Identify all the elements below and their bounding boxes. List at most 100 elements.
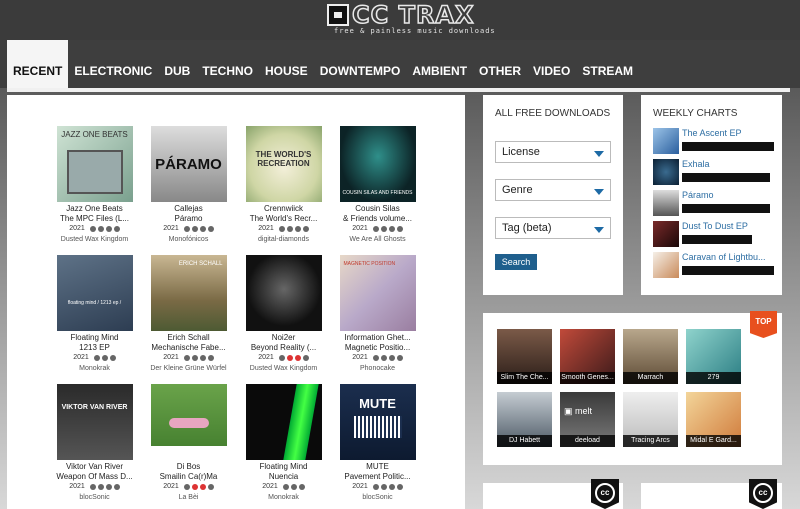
album-card[interactable]: floating mind / 1213 ep / Floating Mind …: [47, 255, 142, 374]
nav-techno[interactable]: TECHNO: [196, 64, 259, 88]
top-tile[interactable]: Tracing Arcs: [623, 392, 678, 447]
album-cover[interactable]: PÁRAMO: [150, 126, 227, 202]
album-cover[interactable]: VIKTOR VAN RIVER: [56, 384, 133, 460]
album-label[interactable]: We Are All Ghosts: [330, 234, 425, 245]
album-artist[interactable]: Floating Mind: [47, 333, 142, 343]
nav-recent[interactable]: RECENT: [7, 40, 69, 88]
chart-item[interactable]: The Ascent EP: [653, 128, 775, 154]
album-title[interactable]: The World's Recr...: [236, 214, 331, 224]
album-title[interactable]: Páramo: [141, 214, 236, 224]
chart-thumb[interactable]: [653, 128, 679, 154]
album-title[interactable]: Beyond Reality (...: [236, 343, 331, 353]
album-artist[interactable]: Di Bos: [141, 462, 236, 472]
cover-text: THE WORLD'S RECREATION: [255, 150, 312, 168]
album-label[interactable]: blocSonic: [47, 492, 142, 503]
album-label[interactable]: Monofónicos: [141, 234, 236, 245]
chart-item-title[interactable]: Caravan of Lightbu...: [682, 252, 777, 262]
album-card[interactable]: VIKTOR VAN RIVER Viktor Van River Weapon…: [47, 384, 142, 503]
album-cover[interactable]: floating mind / 1213 ep /: [56, 255, 133, 331]
album-title[interactable]: Magnetic Positio...: [330, 343, 425, 353]
chart-thumb[interactable]: [653, 252, 679, 278]
album-label[interactable]: Der Kleine Grüne Würfel: [141, 363, 236, 374]
chart-item-title[interactable]: Páramo: [682, 190, 777, 200]
chart-thumb[interactable]: [653, 221, 679, 247]
album-label[interactable]: Dusted Wax Kingdom: [47, 234, 142, 245]
album-artist[interactable]: Information Ghet...: [330, 333, 425, 343]
chart-thumb[interactable]: [653, 190, 679, 216]
album-artist[interactable]: Callejas: [141, 204, 236, 214]
album-title[interactable]: 1213 EP: [47, 343, 142, 353]
nav-stream[interactable]: STREAM: [576, 64, 639, 88]
album-cover[interactable]: ERICH SCHALL: [150, 255, 227, 331]
nav-ambient[interactable]: AMBIENT: [406, 64, 473, 88]
chart-item[interactable]: Caravan of Lightbu...: [653, 252, 775, 278]
top-tile[interactable]: Smooth Genes...: [560, 329, 615, 384]
album-card[interactable]: Noi2er Beyond Reality (... 2021 Dusted W…: [236, 255, 331, 374]
album-artist[interactable]: Viktor Van River: [47, 462, 142, 472]
genre-select[interactable]: Genre: [495, 179, 611, 201]
album-artist[interactable]: Crennwiick: [236, 204, 331, 214]
nav-video[interactable]: VIDEO: [527, 64, 576, 88]
album-label[interactable]: La Bèi: [141, 492, 236, 503]
album-cover[interactable]: JAZZ ONE BEATS: [56, 126, 133, 202]
album-card[interactable]: JAZZ ONE BEATS Jazz One Beats The MPC Fi…: [47, 126, 142, 245]
nav-downtempo[interactable]: DOWNTEMPO: [314, 64, 407, 88]
chart-item[interactable]: Dust To Dust EP: [653, 221, 775, 247]
album-card[interactable]: COUSIN SILAS AND FRIENDS Cousin Silas & …: [330, 126, 425, 245]
album-label[interactable]: Monokrak: [236, 492, 331, 503]
album-card[interactable]: Di Bos Smailin Ca(r)Ma 2021 La Bèi: [141, 384, 236, 503]
top-tile[interactable]: Marrach: [623, 329, 678, 384]
license-select[interactable]: License: [495, 141, 611, 163]
top-tile[interactable]: ▣ melt deeload: [560, 392, 615, 447]
chart-item[interactable]: Exhala: [653, 159, 775, 185]
top-tile[interactable]: Slim The Che...: [497, 329, 552, 384]
chart-item[interactable]: Páramo: [653, 190, 775, 216]
album-title[interactable]: & Friends volume...: [330, 214, 425, 224]
album-card[interactable]: THE WORLD'S RECREATION Crennwiick The Wo…: [236, 126, 331, 245]
album-card[interactable]: ERICH SCHALL Erich Schall Mechanische Fa…: [141, 255, 236, 374]
album-cover[interactable]: [245, 384, 322, 460]
album-artist[interactable]: Floating Mind: [236, 462, 331, 472]
search-button[interactable]: Search: [495, 254, 537, 270]
tag-select[interactable]: Tag (beta): [495, 217, 611, 239]
album-artist[interactable]: Cousin Silas: [330, 204, 425, 214]
album-cover[interactable]: COUSIN SILAS AND FRIENDS: [339, 126, 416, 202]
album-title[interactable]: Smailin Ca(r)Ma: [141, 472, 236, 482]
nav-house[interactable]: HOUSE: [259, 64, 314, 88]
album-card[interactable]: MAGNETIC POSITION Information Ghet... Ma…: [330, 255, 425, 374]
album-card[interactable]: MUTE MUTE Pavement Politic... 2021 blocS…: [330, 384, 425, 503]
album-cover[interactable]: [150, 384, 227, 460]
album-cover[interactable]: MAGNETIC POSITION: [339, 255, 416, 331]
top-tile[interactable]: 279: [686, 329, 741, 384]
album-artist[interactable]: Erich Schall: [141, 333, 236, 343]
album-title[interactable]: Mechanische Fabe...: [141, 343, 236, 353]
album-label[interactable]: Dusted Wax Kingdom: [236, 363, 331, 374]
top-tile[interactable]: DJ Habett: [497, 392, 552, 447]
album-cover[interactable]: [245, 255, 322, 331]
chart-item-title[interactable]: Dust To Dust EP: [682, 221, 777, 231]
album-cover[interactable]: THE WORLD'S RECREATION: [245, 126, 322, 202]
album-artist[interactable]: Jazz One Beats: [47, 204, 142, 214]
top-tile[interactable]: Midal E Gard...: [686, 392, 741, 447]
album-title[interactable]: The MPC Files (L...: [47, 214, 142, 224]
album-cover[interactable]: MUTE: [339, 384, 416, 460]
chart-item-title[interactable]: Exhala: [682, 159, 777, 169]
album-label[interactable]: digital-diamonds: [236, 234, 331, 245]
chart-item-title[interactable]: The Ascent EP: [682, 128, 777, 138]
album-year: 2021: [69, 483, 85, 490]
nav-other[interactable]: OTHER: [473, 64, 527, 88]
album-artist[interactable]: MUTE: [330, 462, 425, 472]
album-card[interactable]: Floating Mind Nuencia 2021 Monokrak: [236, 384, 331, 503]
album-card[interactable]: PÁRAMO Callejas Páramo 2021 Monofónicos: [141, 126, 236, 245]
site-logo[interactable]: CC TRAX: [327, 2, 475, 28]
album-label[interactable]: blocSonic: [330, 492, 425, 503]
album-title[interactable]: Nuencia: [236, 472, 331, 482]
album-artist[interactable]: Noi2er: [236, 333, 331, 343]
album-label[interactable]: Phonocake: [330, 363, 425, 374]
album-title[interactable]: Weapon Of Mass D...: [47, 472, 142, 482]
nav-electronic[interactable]: ELECTRONIC: [68, 64, 158, 88]
album-label[interactable]: Monokrak: [47, 363, 142, 374]
nav-dub[interactable]: DUB: [158, 64, 196, 88]
album-title[interactable]: Pavement Politic...: [330, 472, 425, 482]
chart-thumb[interactable]: [653, 159, 679, 185]
